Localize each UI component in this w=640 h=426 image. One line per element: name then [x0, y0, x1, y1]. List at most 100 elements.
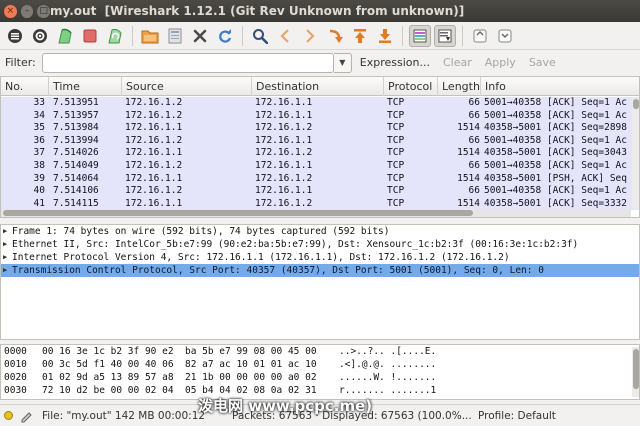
- detail-tree-item[interactable]: ▶ Transmission Control Protocol, Src Port…: [1, 264, 639, 277]
- packet-list-vscroll-thumb[interactable]: [633, 99, 639, 109]
- expert-info-indicator-icon[interactable]: [4, 411, 13, 420]
- restart-capture-icon[interactable]: [104, 25, 126, 47]
- clear-filter-button[interactable]: Clear: [443, 56, 472, 69]
- toolbar-separator: [242, 25, 243, 46]
- byte-ascii[interactable]: ......W. !.......: [339, 371, 436, 384]
- minimize-window-button[interactable]: –: [20, 4, 34, 18]
- byte-row: 0020 01 02 9d a5 13 89 57 a8 21 1b 00 00 …: [1, 371, 639, 384]
- window-titlebar: × – □ my.out [Wireshark 1.12.1 (Git Rev …: [0, 0, 640, 22]
- go-forward-icon[interactable]: [299, 25, 321, 47]
- packet-cell-no: 34: [33, 109, 45, 121]
- packet-cell-dst: 172.16.1.2: [255, 147, 313, 159]
- status-profile[interactable]: Profile: Default: [478, 410, 556, 422]
- close-file-icon[interactable]: [189, 25, 211, 47]
- packet-cell-dst: 172.16.1.2: [255, 172, 313, 184]
- packet-row[interactable]: 36 7.513994 172.16.1.2 172.16.1.1 TCP 66 5001→…: [1, 134, 639, 148]
- packet-list-hscroll-thumb[interactable]: [3, 210, 473, 216]
- interface-list-icon[interactable]: [4, 25, 26, 47]
- detail-tree-item[interactable]: ▶ Ethernet II, Src: IntelCor_5b:e7:99 (90…: [1, 238, 639, 251]
- save-filter-button[interactable]: Save: [529, 56, 556, 69]
- packet-cell-no: 36: [33, 134, 45, 146]
- column-header-source[interactable]: Source: [122, 77, 252, 96]
- go-to-packet-icon[interactable]: [324, 25, 346, 47]
- toolbar-separator: [132, 25, 133, 46]
- expander-arrow-icon[interactable]: ▶: [3, 238, 12, 251]
- bytes-vscroll-thumb[interactable]: [633, 349, 639, 389]
- column-header-protocol[interactable]: Protocol: [384, 77, 438, 96]
- packet-cell-info: 5001→40358 [ACK] Seq=1 Ac: [484, 185, 627, 197]
- save-file-icon[interactable]: [164, 25, 186, 47]
- detail-tree-text: Ethernet II, Src: IntelCor_5b:e7:99 (90:…: [12, 239, 579, 250]
- packet-cell-len: 1514: [457, 172, 480, 184]
- packet-row[interactable]: 34 7.513957 172.16.1.2 172.16.1.1 TCP 66 5001→…: [1, 109, 639, 123]
- byte-hex[interactable]: 01 02 9d a5 13 89 57 a8 21 1b 00 00 00 0…: [42, 371, 317, 384]
- packet-row[interactable]: 38 7.514049 172.16.1.2 172.16.1.1 TCP 66 5001→…: [1, 159, 639, 173]
- open-file-icon[interactable]: [139, 25, 161, 47]
- column-header-length[interactable]: Length: [438, 77, 481, 96]
- find-packet-icon[interactable]: [249, 25, 271, 47]
- packet-cell-proto: TCP: [387, 134, 405, 146]
- packet-row[interactable]: 37 7.514026 172.16.1.1 172.16.1.2 TCP 1514 403…: [1, 147, 639, 160]
- packet-row[interactable]: 35 7.513984 172.16.1.1 172.16.1.2 TCP 1514 403…: [1, 122, 639, 135]
- expander-arrow-icon[interactable]: ▶: [3, 225, 12, 238]
- packet-rows: 33 7.513951 172.16.1.2 172.16.1.1 TCP 66 5001→…: [1, 97, 639, 211]
- byte-hex[interactable]: 00 3c 5d f1 40 00 40 06 82 a7 ac 10 01 0…: [42, 358, 317, 371]
- column-header-time[interactable]: Time: [49, 77, 122, 96]
- packet-row[interactable]: 39 7.514064 172.16.1.1 172.16.1.2 TCP 1514 403…: [1, 172, 639, 186]
- expander-arrow-icon[interactable]: ▶: [3, 264, 12, 277]
- reload-icon[interactable]: [214, 25, 236, 47]
- byte-row: 0010 00 3c 5d f1 40 00 40 06 82 a7 ac 10 …: [1, 358, 639, 371]
- apply-filter-button[interactable]: Apply: [485, 56, 516, 69]
- packet-cell-time: 7.514106: [53, 185, 99, 197]
- packet-cell-info: 5001→40358 [ACK] Seq=1 Ac: [484, 97, 627, 108]
- detail-tree-text: Internet Protocol Version 4, Src: 172.16…: [12, 252, 510, 263]
- filter-history-dropdown[interactable]: ▼: [333, 52, 352, 73]
- packet-row[interactable]: 40 7.514106 172.16.1.2 172.16.1.1 TCP 66 5001→…: [1, 185, 639, 198]
- expression-button[interactable]: Expression...: [360, 56, 430, 69]
- column-header-no[interactable]: No.: [1, 77, 49, 96]
- packet-row[interactable]: 33 7.513951 172.16.1.2 172.16.1.1 TCP 66 5001→…: [1, 97, 639, 110]
- byte-hex[interactable]: 00 16 3e 1c b2 3f 90 e2 ba 5b e7 99 08 0…: [42, 345, 317, 358]
- packet-cell-dst: 172.16.1.1: [255, 134, 313, 146]
- maximize-window-button[interactable]: □: [37, 4, 51, 18]
- packet-cell-info: 40358→5001 [PSH, ACK] Seq: [484, 172, 627, 184]
- packet-cell-info: 5001→40358 [ACK] Seq=1 Ac: [484, 134, 627, 146]
- packet-cell-dst: 172.16.1.1: [255, 159, 313, 171]
- expander-arrow-icon[interactable]: ▶: [3, 251, 12, 264]
- packet-cell-time: 7.513994: [53, 134, 99, 146]
- go-first-icon[interactable]: [349, 25, 371, 47]
- zoom-in-icon[interactable]: [469, 25, 491, 47]
- go-back-icon[interactable]: [274, 25, 296, 47]
- packet-cell-len: 66: [468, 109, 480, 121]
- packet-cell-src: 172.16.1.1: [125, 122, 183, 134]
- packet-cell-src: 172.16.1.1: [125, 147, 183, 159]
- packet-list-hscrollbar[interactable]: [1, 209, 631, 217]
- colorize-icon[interactable]: [409, 24, 431, 47]
- capture-options-icon[interactable]: [29, 25, 51, 47]
- capture-comment-icon[interactable]: [19, 409, 33, 423]
- column-header-info[interactable]: Info: [481, 77, 639, 96]
- detail-tree-item[interactable]: ▶ Internet Protocol Version 4, Src: 172.1…: [1, 251, 639, 264]
- auto-scroll-icon[interactable]: [434, 24, 456, 47]
- go-last-icon[interactable]: [374, 25, 396, 47]
- packet-list-vscrollbar[interactable]: [632, 97, 639, 209]
- packet-cell-proto: TCP: [387, 97, 405, 108]
- display-filter-input[interactable]: [41, 52, 334, 73]
- chevron-down-icon: ▼: [339, 58, 346, 67]
- byte-ascii[interactable]: ..>..?.. .[....E.: [339, 345, 436, 358]
- byte-ascii[interactable]: .<].@.@. ........: [339, 358, 436, 371]
- status-file-info: File: "my.out" 142 MB 00:00:12: [42, 409, 206, 422]
- packet-cell-no: 38: [33, 159, 45, 171]
- detail-tree-item[interactable]: ▶ Frame 1: 74 bytes on wire (592 bits), 7…: [1, 225, 639, 238]
- zoom-out-icon[interactable]: [494, 25, 516, 47]
- detail-tree-text: Frame 1: 74 bytes on wire (592 bits), 74…: [12, 226, 390, 237]
- stop-capture-icon[interactable]: [79, 25, 101, 47]
- toolbar-separator: [402, 25, 403, 46]
- bytes-vscrollbar[interactable]: [632, 347, 639, 397]
- close-window-button[interactable]: ×: [4, 4, 17, 18]
- packet-cell-src: 172.16.1.2: [125, 134, 183, 146]
- packet-cell-src: 172.16.1.2: [125, 109, 183, 121]
- start-capture-icon[interactable]: [54, 25, 76, 47]
- column-header-destination[interactable]: Destination: [252, 77, 384, 96]
- window-controls: × – □: [4, 4, 51, 18]
